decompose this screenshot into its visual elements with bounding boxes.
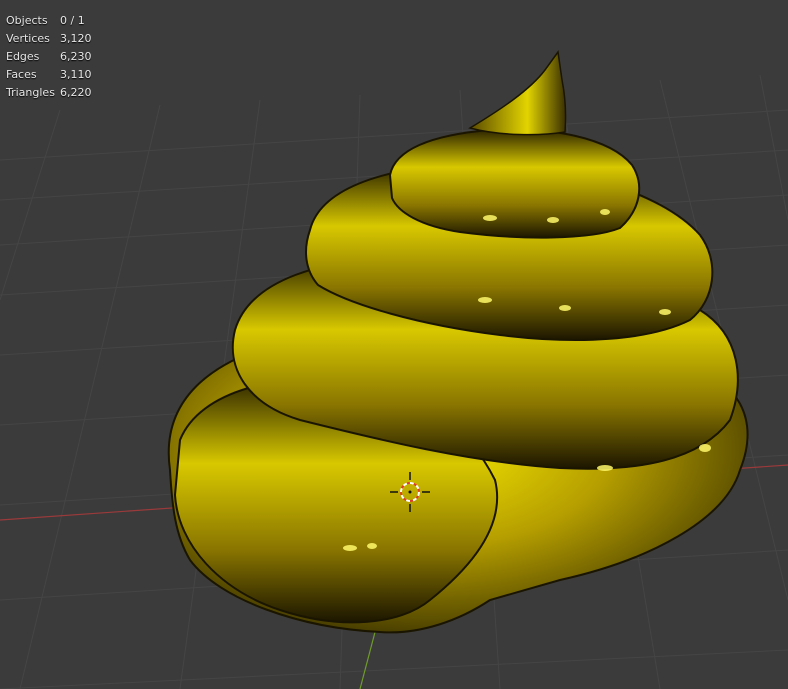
3d-viewport[interactable]: Objects 0 / 1 Vertices 3,120 Edges 6,230…	[0, 0, 788, 689]
swirl-tip	[468, 50, 567, 136]
stat-label: Vertices	[6, 32, 50, 45]
scene-statistics-overlay: Objects 0 / 1 Vertices 3,120 Edges 6,230…	[6, 12, 92, 102]
stat-row-edges: Edges 6,230	[6, 48, 92, 66]
stat-label: Faces	[6, 68, 37, 81]
top-tier	[388, 128, 641, 239]
swirl-mesh-object[interactable]	[167, 50, 749, 634]
stat-row-faces: Faces 3,110	[6, 66, 92, 84]
stat-label: Triangles	[6, 86, 55, 99]
stat-label: Edges	[6, 50, 40, 63]
stat-value: 3,110	[60, 68, 92, 81]
stat-value: 3,120	[60, 32, 92, 45]
stat-row-objects: Objects 0 / 1	[6, 12, 92, 30]
stat-value: 6,230	[60, 50, 92, 63]
stat-label: Objects	[6, 14, 48, 27]
stat-row-triangles: Triangles 6,220	[6, 84, 92, 102]
viewport-scene[interactable]	[0, 0, 788, 689]
stat-value: 0 / 1	[60, 14, 85, 27]
stat-row-vertices: Vertices 3,120	[6, 30, 92, 48]
stat-value: 6,220	[60, 86, 92, 99]
